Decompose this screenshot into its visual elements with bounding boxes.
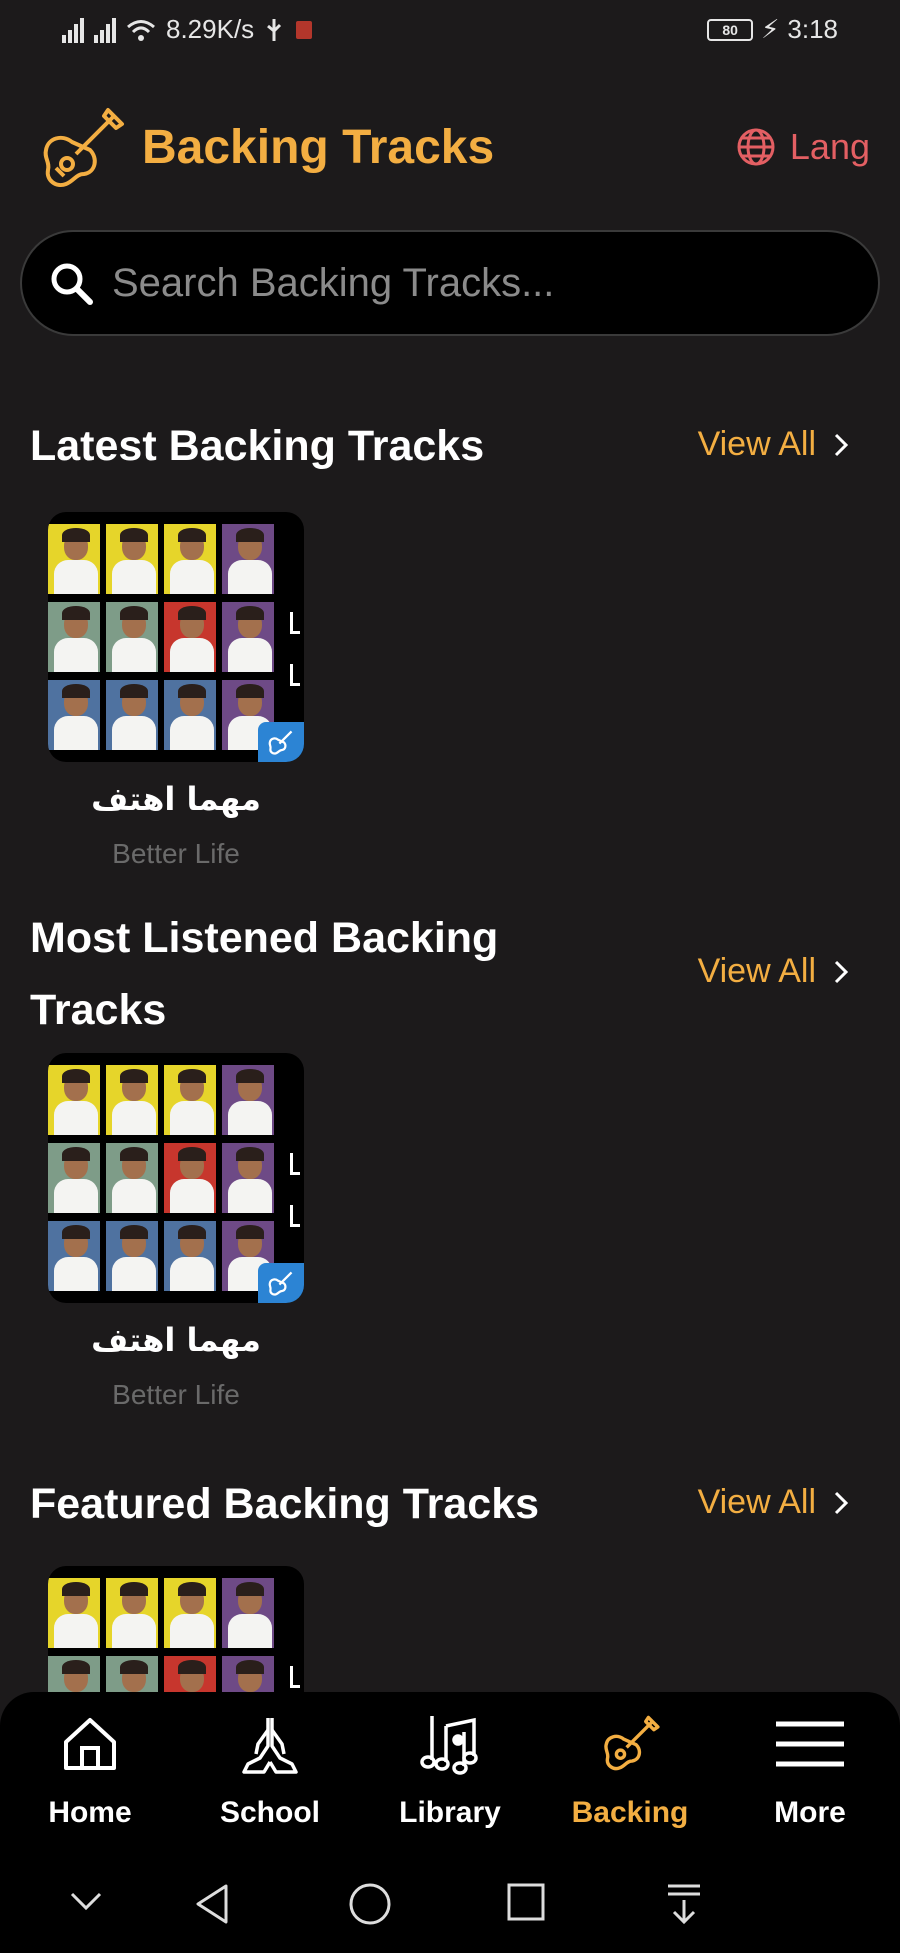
cover-photo-cell — [106, 680, 158, 750]
praying-hands-icon — [242, 1718, 298, 1774]
cover-photo-cell — [164, 1143, 216, 1213]
cover-photo-cell — [106, 1143, 158, 1213]
status-bar: 8.29K/s 80 ⚡ 3:18 — [0, 0, 900, 64]
track-cover-image — [48, 1053, 304, 1303]
cover-photo-cell — [164, 1221, 216, 1291]
guitar-badge-icon — [258, 722, 304, 762]
latest-view-all-button[interactable]: View All — [698, 425, 848, 464]
chevron-down-icon[interactable] — [68, 1890, 104, 1914]
nav-school-label: School — [219, 1796, 320, 1829]
chevron-right-icon — [834, 1491, 848, 1514]
most-listened-view-all-button[interactable]: View All — [698, 952, 848, 991]
cover-photo-cell — [222, 602, 274, 672]
language-button[interactable]: Lang — [736, 126, 870, 168]
cover-photo-cell — [48, 1578, 100, 1648]
cover-photo-cell — [164, 524, 216, 594]
network-speed: 8.29K/s — [166, 14, 255, 44]
cell-signal-icon — [62, 17, 84, 43]
cover-photo-grid — [48, 1065, 276, 1291]
cover-photo-cell — [48, 1065, 100, 1135]
cover-photo-cell — [106, 1221, 158, 1291]
back-icon[interactable] — [192, 1882, 232, 1926]
clock: 3:18 — [787, 14, 838, 44]
notification-shade-icon[interactable] — [664, 1882, 704, 1926]
cover-photo-cell — [48, 1221, 100, 1291]
cover-photo-cell — [48, 602, 100, 672]
cover-photo-cell — [222, 1578, 274, 1648]
cover-photo-cell — [222, 1143, 274, 1213]
home-circle-icon[interactable] — [348, 1882, 392, 1926]
track-artist: Better Life — [112, 1379, 240, 1410]
status-left: 8.29K/s — [62, 14, 314, 45]
wifi-icon — [127, 19, 155, 41]
cover-photo-cell — [106, 602, 158, 672]
most-listened-section-title: Most Listened Backing Tracks — [30, 914, 499, 1034]
track-artist: Better Life — [112, 838, 240, 869]
app-header: Backing Tracks Lang — [0, 90, 900, 200]
track-title: مهما اهتف — [91, 1321, 261, 1359]
search-bar[interactable] — [20, 230, 880, 336]
track-cover-image — [48, 512, 304, 762]
usb-icon — [267, 18, 282, 41]
search-input[interactable] — [112, 260, 832, 306]
cover-photo-cell — [106, 1578, 158, 1648]
latest-section-title: Latest Backing Tracks — [30, 422, 485, 470]
globe-icon — [737, 128, 775, 166]
nav-backing[interactable]: Backing — [540, 1712, 720, 1830]
nav-more-label: More — [774, 1796, 846, 1829]
language-label: Lang — [789, 126, 870, 167]
guitar-icon — [604, 1715, 660, 1771]
page-title: Backing Tracks — [142, 121, 495, 174]
status-right: 80 ⚡ 3:18 — [707, 14, 838, 45]
track-card[interactable]: مهما اهتف Better Life — [48, 1053, 304, 1411]
cover-photo-cell — [164, 680, 216, 750]
home-icon — [64, 1718, 116, 1770]
cover-photo-cell — [222, 1065, 274, 1135]
battery-icon: 80 — [707, 18, 754, 41]
bottom-nav: Home School Library Backing More — [0, 1692, 900, 1860]
guitar-badge-icon — [258, 1263, 304, 1303]
notification-icon — [296, 20, 313, 39]
view-all-label: View All — [697, 425, 816, 463]
cover-photo-cell — [222, 524, 274, 594]
nav-home[interactable]: Home — [0, 1712, 180, 1830]
cover-text-marks — [290, 1153, 300, 1257]
nav-home-label: Home — [48, 1796, 132, 1829]
menu-icon — [776, 1721, 844, 1767]
nav-library-label: Library — [399, 1796, 501, 1829]
featured-section-title: Featured Backing Tracks — [30, 1480, 540, 1528]
recents-icon[interactable] — [506, 1882, 546, 1922]
music-notes-icon — [420, 1716, 478, 1775]
cover-photo-cell — [48, 1143, 100, 1213]
featured-view-all-button[interactable]: View All — [698, 1483, 848, 1522]
cover-photo-cell — [48, 524, 100, 594]
guitar-logo-icon — [43, 108, 124, 187]
cell-signal-icon — [94, 17, 116, 43]
cover-photo-cell — [48, 680, 100, 750]
cover-photo-cell — [164, 1578, 216, 1648]
cover-photo-grid — [48, 524, 276, 750]
track-card[interactable]: مهما اهتف Better Life — [48, 512, 304, 870]
search-icon — [51, 263, 93, 305]
track-title: مهما اهتف — [91, 780, 261, 818]
system-nav-bar — [0, 1860, 900, 1953]
chevron-right-icon — [834, 433, 848, 456]
view-all-label: View All — [697, 952, 816, 990]
charging-icon: ⚡ — [761, 14, 780, 44]
nav-library[interactable]: Library — [360, 1712, 540, 1830]
cover-photo-cell — [106, 524, 158, 594]
view-all-label: View All — [697, 1483, 816, 1521]
cover-photo-cell — [164, 1065, 216, 1135]
nav-backing-label: Backing — [571, 1796, 689, 1829]
chevron-right-icon — [834, 960, 848, 983]
nav-more[interactable]: More — [720, 1712, 900, 1830]
nav-school[interactable]: School — [180, 1712, 360, 1830]
cover-photo-cell — [164, 602, 216, 672]
cover-photo-cell — [106, 1065, 158, 1135]
cover-text-marks — [290, 612, 300, 716]
